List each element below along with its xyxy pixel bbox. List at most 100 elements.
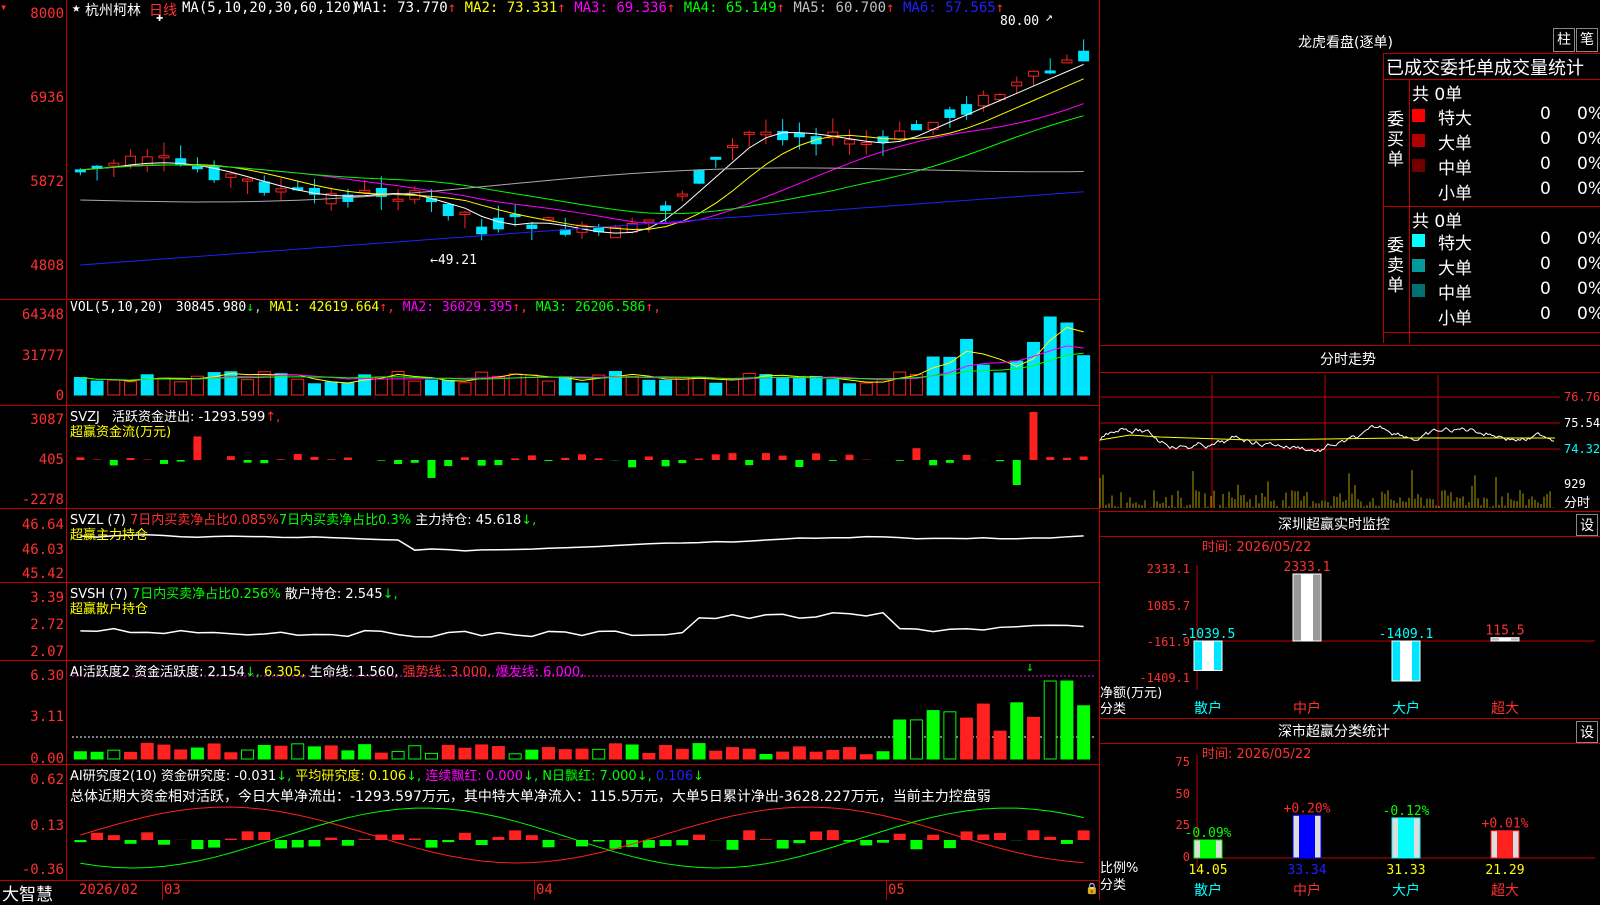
research-bar xyxy=(342,840,354,846)
flow-bar xyxy=(93,459,101,460)
monitor-bar xyxy=(1293,574,1321,641)
candle-body xyxy=(727,146,737,148)
activity-bar xyxy=(275,746,287,759)
volume-bar xyxy=(175,382,187,395)
category-bar-fill xyxy=(1398,818,1414,858)
svzj-y-label: -2278 xyxy=(0,492,64,508)
volume-bar xyxy=(660,380,672,395)
monitor-value-label: 115.5 xyxy=(1485,624,1524,639)
ai-consecutive-red: 连续飘红: 0.000 xyxy=(425,769,523,784)
volume-bar xyxy=(158,378,170,395)
research-bar xyxy=(459,833,471,840)
research-bar xyxy=(977,834,989,840)
volume-bar xyxy=(726,380,738,395)
row-percent: 0% xyxy=(1577,254,1600,274)
flow-bar xyxy=(478,460,486,466)
activity-bar xyxy=(225,753,237,759)
ma-line xyxy=(80,64,1083,233)
main-chart-area[interactable]: ▾ ★ 杭州柯林 日线 MA(5,10,20,30,60,120) MA1: 7… xyxy=(0,0,1099,900)
activity-bar xyxy=(860,755,872,759)
activity-bar xyxy=(292,744,304,759)
row-value: 0 xyxy=(1540,254,1551,274)
monitor-bar-highlight xyxy=(1202,641,1214,671)
flow-bar xyxy=(963,455,971,460)
activity-bar xyxy=(894,720,906,759)
vol-y-label: 0 xyxy=(0,388,64,404)
research-bar xyxy=(660,840,672,846)
candlestick-chart[interactable] xyxy=(0,0,1099,300)
row-value: 0 xyxy=(1540,104,1551,124)
flow-bar xyxy=(327,459,335,460)
category-settings-button[interactable]: 设 xyxy=(1576,721,1598,743)
bar-view-button[interactable]: 柱 xyxy=(1553,28,1575,52)
activity-bar xyxy=(626,745,638,759)
monitor-y-label: 1085.7 xyxy=(1147,599,1190,613)
research-bar xyxy=(927,835,939,840)
activity-bar xyxy=(1044,681,1056,759)
flow-bar xyxy=(912,448,920,460)
volume-bar xyxy=(710,383,722,395)
research-bar xyxy=(743,830,755,840)
row-value: 0 xyxy=(1540,129,1551,149)
research-bar xyxy=(827,830,839,840)
ai-activity-y-label: 3.11 xyxy=(0,709,64,725)
category-bar-fill xyxy=(1497,831,1513,858)
flow-bar xyxy=(779,456,787,460)
ai-blue-value: 0.106 xyxy=(656,769,693,784)
volume-bar xyxy=(409,381,421,395)
ai-n-day-arrow: ↓, xyxy=(637,769,652,784)
category-name-label: 中户 xyxy=(1293,882,1321,899)
flow-bar xyxy=(310,457,318,460)
flow-bar xyxy=(595,458,603,460)
volume-bar xyxy=(308,384,320,395)
volume-bar xyxy=(359,375,371,395)
sell-side-label: 委卖单 xyxy=(1387,236,1405,296)
activity-bar xyxy=(743,749,755,759)
candle-body xyxy=(527,225,537,228)
high-annotation: 80.00 xyxy=(1000,14,1039,29)
research-bar xyxy=(609,840,621,849)
vol-title: VOL(5,10,20) xyxy=(70,300,164,315)
ai-summary: 总体近期大资金相对活跃，今日大单净流出：-1293.597万元，其中特大单净流入… xyxy=(70,786,991,806)
signal-arrow-icon: ↓ xyxy=(1026,660,1034,675)
research-bar xyxy=(676,840,688,845)
research-bar xyxy=(1078,830,1090,840)
research-bar xyxy=(1027,830,1039,840)
monitor-settings-button[interactable]: 设 xyxy=(1576,514,1598,536)
lock-icon[interactable]: 🔒 xyxy=(1085,882,1099,895)
candle-body xyxy=(1062,60,1072,63)
brand-logo[interactable]: 大智慧 xyxy=(2,880,53,905)
volume-bar xyxy=(426,380,438,395)
intraday-title: 分时走势 xyxy=(1320,349,1376,369)
volume-bar xyxy=(793,378,805,395)
vol-value: 30845.980 xyxy=(176,300,246,315)
legend-swatch xyxy=(1412,109,1425,122)
category-change-label: -0.09% xyxy=(1185,826,1232,841)
tick-view-button[interactable]: 笔 xyxy=(1576,28,1598,52)
flow-bar xyxy=(411,460,419,463)
intraday-avg-line xyxy=(1100,435,1555,440)
candle-body xyxy=(962,105,972,115)
activity-bar xyxy=(1011,703,1023,759)
category-y-label: 0 xyxy=(1183,850,1190,864)
intraday-vol-unit: 分时 xyxy=(1564,492,1590,511)
volume-bar xyxy=(559,377,571,395)
activity-bar xyxy=(660,746,672,759)
svsh-y-label: 3.39 xyxy=(0,590,64,606)
monitor-bar xyxy=(1392,641,1420,681)
row-percent: 0% xyxy=(1577,304,1600,324)
vol-y-label: 64348 xyxy=(0,307,64,323)
flow-bar xyxy=(511,458,519,460)
research-bar xyxy=(308,840,320,846)
volume-bar xyxy=(927,357,939,395)
activity-bar xyxy=(676,749,688,759)
candle-body xyxy=(711,157,721,159)
intraday-chart[interactable]: 2333.11085.7-161.9-1409.1-1039.5散户2333.1… xyxy=(1100,0,1600,900)
ai-average-arrow: ↓, xyxy=(406,769,421,784)
volume-bar xyxy=(743,373,755,395)
research-bar xyxy=(242,831,254,840)
volume-bar xyxy=(1011,361,1023,395)
research-bar xyxy=(994,833,1006,840)
ai-research-y-label: 0.13 xyxy=(0,818,64,834)
vol-ma-value: MA2: 36029.395 xyxy=(395,300,512,315)
